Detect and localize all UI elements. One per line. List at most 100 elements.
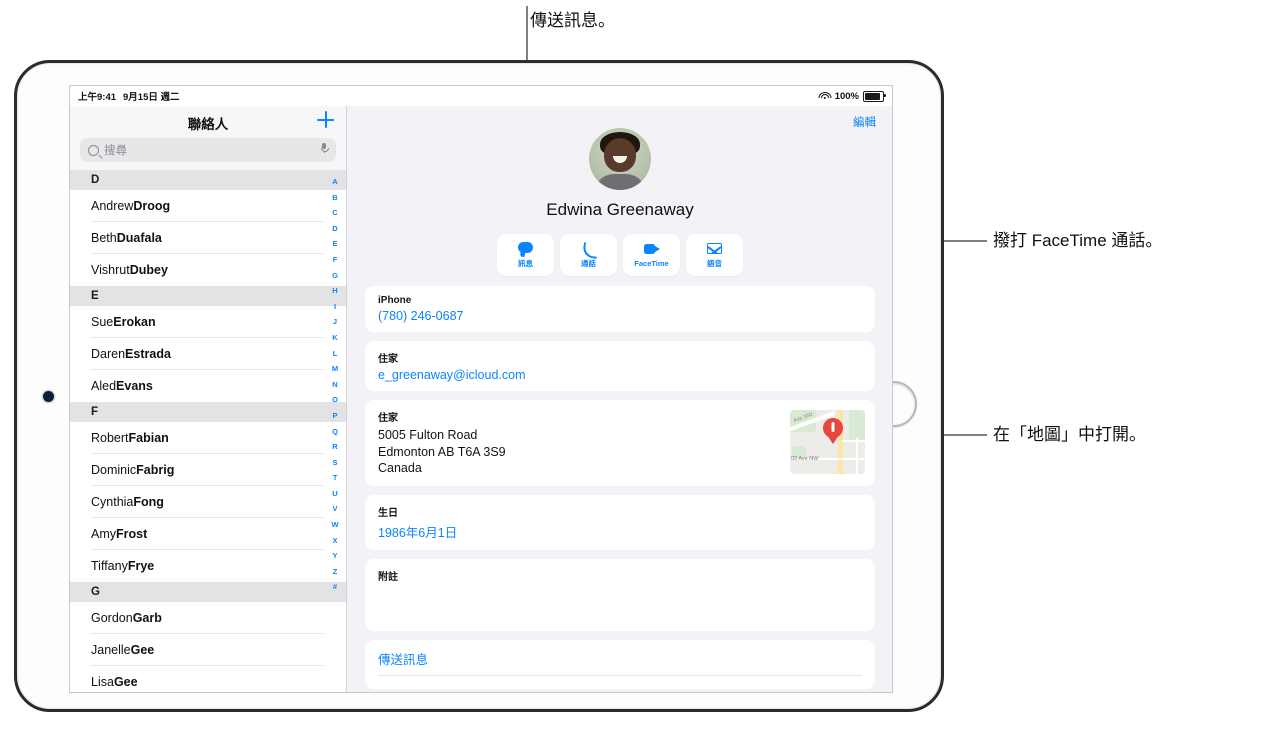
search-input[interactable]: 搜尋	[80, 138, 336, 162]
ipad-device-frame: 上午9:41 9月15日 週二 100% 聯絡人 搜尋 D Andrew Dro…	[14, 60, 944, 712]
list-item[interactable]: Beth Duafala	[70, 222, 346, 254]
contact-last-name: Dubey	[129, 263, 168, 277]
contact-first-name: Aled	[91, 379, 117, 393]
action-button-語音[interactable]: 語音	[686, 234, 743, 276]
index-letter[interactable]: K	[332, 330, 337, 346]
contact-first-name: Tiffany	[91, 559, 128, 573]
field-birthday[interactable]: 生日 1986年6月1日	[365, 494, 875, 550]
index-letter[interactable]: T	[333, 470, 338, 486]
contact-first-name: Amy	[91, 527, 116, 541]
ipad-screen: 上午9:41 9月15日 週二 100% 聯絡人 搜尋 D Andrew Dro…	[69, 85, 893, 693]
map-road-v2	[856, 438, 858, 474]
index-letter[interactable]: E	[332, 236, 337, 252]
search-icon	[88, 144, 99, 156]
index-letter[interactable]: I	[334, 299, 336, 315]
index-letter[interactable]: U	[332, 486, 337, 502]
list-item[interactable]: Robert Fabian	[70, 422, 346, 454]
contact-first-name: Dominic	[91, 463, 137, 477]
list-item[interactable]: Janelle Gee	[70, 634, 346, 666]
contacts-list[interactable]: D Andrew Droog Beth Duafala Vishrut Dubey E S…	[70, 170, 346, 692]
field-value-phone[interactable]: (780) 246-0687	[378, 309, 862, 323]
contact-fields: iPhone (780) 246-0687 住家 e_greenaway@icl…	[365, 286, 875, 692]
screenshot-root: 傳送訊息。 撥打 FaceTime 通話。 在「地圖」中打開。 上午9:41 9…	[0, 0, 1266, 729]
search-placeholder: 搜尋	[104, 145, 127, 157]
field-phone[interactable]: iPhone (780) 246-0687	[365, 286, 875, 332]
action-button-通話[interactable]: 通話	[560, 234, 617, 276]
index-letter[interactable]: W	[331, 517, 338, 533]
action-button-FaceTime[interactable]: FaceTime	[623, 234, 680, 276]
index-letter[interactable]: A	[332, 174, 337, 190]
page-title: 聯絡人	[187, 117, 229, 132]
callout-map: 在「地圖」中打開。	[993, 425, 1146, 444]
microphone-icon[interactable]	[321, 143, 329, 153]
contact-photo[interactable]	[589, 128, 651, 190]
status-bar-left: 上午9:41 9月15日 週二	[78, 89, 180, 103]
index-letter[interactable]: D	[332, 221, 337, 237]
list-item[interactable]: Tiffany Frye	[70, 550, 346, 582]
field-notes[interactable]: 附註	[365, 558, 875, 631]
contact-first-name: Lisa	[91, 675, 114, 689]
list-item[interactable]: Dominic Fabrig	[70, 454, 346, 486]
index-letter[interactable]: Y	[332, 548, 337, 564]
list-item[interactable]: Sue Erokan	[70, 306, 346, 338]
index-letter[interactable]: G	[332, 268, 338, 284]
search-container: 搜尋	[70, 138, 346, 170]
contact-last-name: Evans	[116, 379, 153, 393]
list-item[interactable]: Aled Evans	[70, 370, 346, 402]
contact-detail-pane: 編輯 Edwina Greenaway 訊息 通話 FaceTime 語音 iPhon…	[348, 106, 892, 692]
contact-last-name: Gee	[130, 643, 155, 657]
field-value-birthday[interactable]: 1986年6月1日	[378, 522, 862, 541]
edit-button[interactable]: 編輯	[853, 114, 876, 130]
list-item[interactable]: Amy Frost	[70, 518, 346, 550]
index-letter[interactable]: J	[333, 314, 337, 330]
contact-last-name: Fong	[133, 495, 164, 509]
contact-first-name: Andrew	[91, 199, 134, 213]
index-letter[interactable]: M	[332, 361, 338, 377]
callout-send-message: 傳送訊息。	[530, 11, 615, 30]
index-letter[interactable]: O	[332, 392, 338, 408]
index-letter[interactable]: P	[332, 408, 337, 424]
action-button-訊息[interactable]: 訊息	[497, 234, 554, 276]
send-message-button[interactable]: 傳送訊息	[365, 639, 875, 689]
send-message-label[interactable]: 傳送訊息	[378, 649, 862, 676]
index-letter[interactable]: C	[332, 205, 337, 221]
index-letter[interactable]: Z	[333, 564, 338, 580]
map-park-2	[849, 410, 865, 440]
sidebar-header: 聯絡人	[70, 106, 346, 138]
field-value-email[interactable]: e_greenaway@icloud.com	[378, 368, 862, 382]
index-letter[interactable]: F	[333, 252, 338, 268]
phone-icon	[580, 240, 601, 259]
index-letter[interactable]: S	[332, 455, 337, 471]
index-letter[interactable]: H	[332, 283, 337, 299]
index-letter[interactable]: R	[332, 439, 337, 455]
map-thumbnail[interactable]: Ave NW 03 Ave NW	[790, 410, 865, 474]
field-email[interactable]: 住家 e_greenaway@icloud.com	[365, 341, 875, 391]
list-item[interactable]: Andrew Droog	[70, 190, 346, 222]
index-letter[interactable]: B	[332, 190, 337, 206]
contact-last-name: Fabrig	[136, 463, 175, 477]
status-bar: 上午9:41 9月15日 週二 100%	[70, 86, 892, 106]
alphabet-index-bar[interactable]: A B C D E F G H I J K L M N O P Q R S T U V W X Y Z #	[324, 170, 346, 692]
index-letter[interactable]: #	[333, 579, 337, 595]
list-item[interactable]: Cynthia Fong	[70, 486, 346, 518]
list-item[interactable]: Lisa Gee	[70, 666, 346, 692]
index-letter[interactable]: N	[332, 377, 337, 393]
contact-name: Edwina Greenaway	[546, 200, 694, 219]
list-item[interactable]: Vishrut Dubey	[70, 254, 346, 286]
list-item[interactable]: Gordon Garb	[70, 602, 346, 634]
index-letter[interactable]: X	[332, 533, 337, 549]
callout-facetime: 撥打 FaceTime 通話。	[993, 231, 1163, 250]
field-address[interactable]: 住家 5005 Fulton Road Edmonton AB T6A 3S9 …	[365, 400, 875, 486]
map-street-label-2: 03 Ave NW	[791, 456, 819, 462]
wifi-icon	[818, 91, 832, 101]
contacts-sidebar: 聯絡人 搜尋 D Andrew Droog Beth Duafala Vishrut …	[70, 106, 347, 692]
plus-icon[interactable]	[317, 111, 334, 128]
index-letter[interactable]: L	[333, 346, 338, 362]
contact-first-name: Beth	[91, 231, 117, 245]
list-item[interactable]: Daren Estrada	[70, 338, 346, 370]
index-letter[interactable]: V	[332, 501, 337, 517]
battery-icon	[863, 90, 886, 102]
index-letter[interactable]: Q	[332, 424, 338, 440]
avatar-face	[604, 138, 636, 172]
contact-first-name: Janelle	[91, 643, 131, 657]
